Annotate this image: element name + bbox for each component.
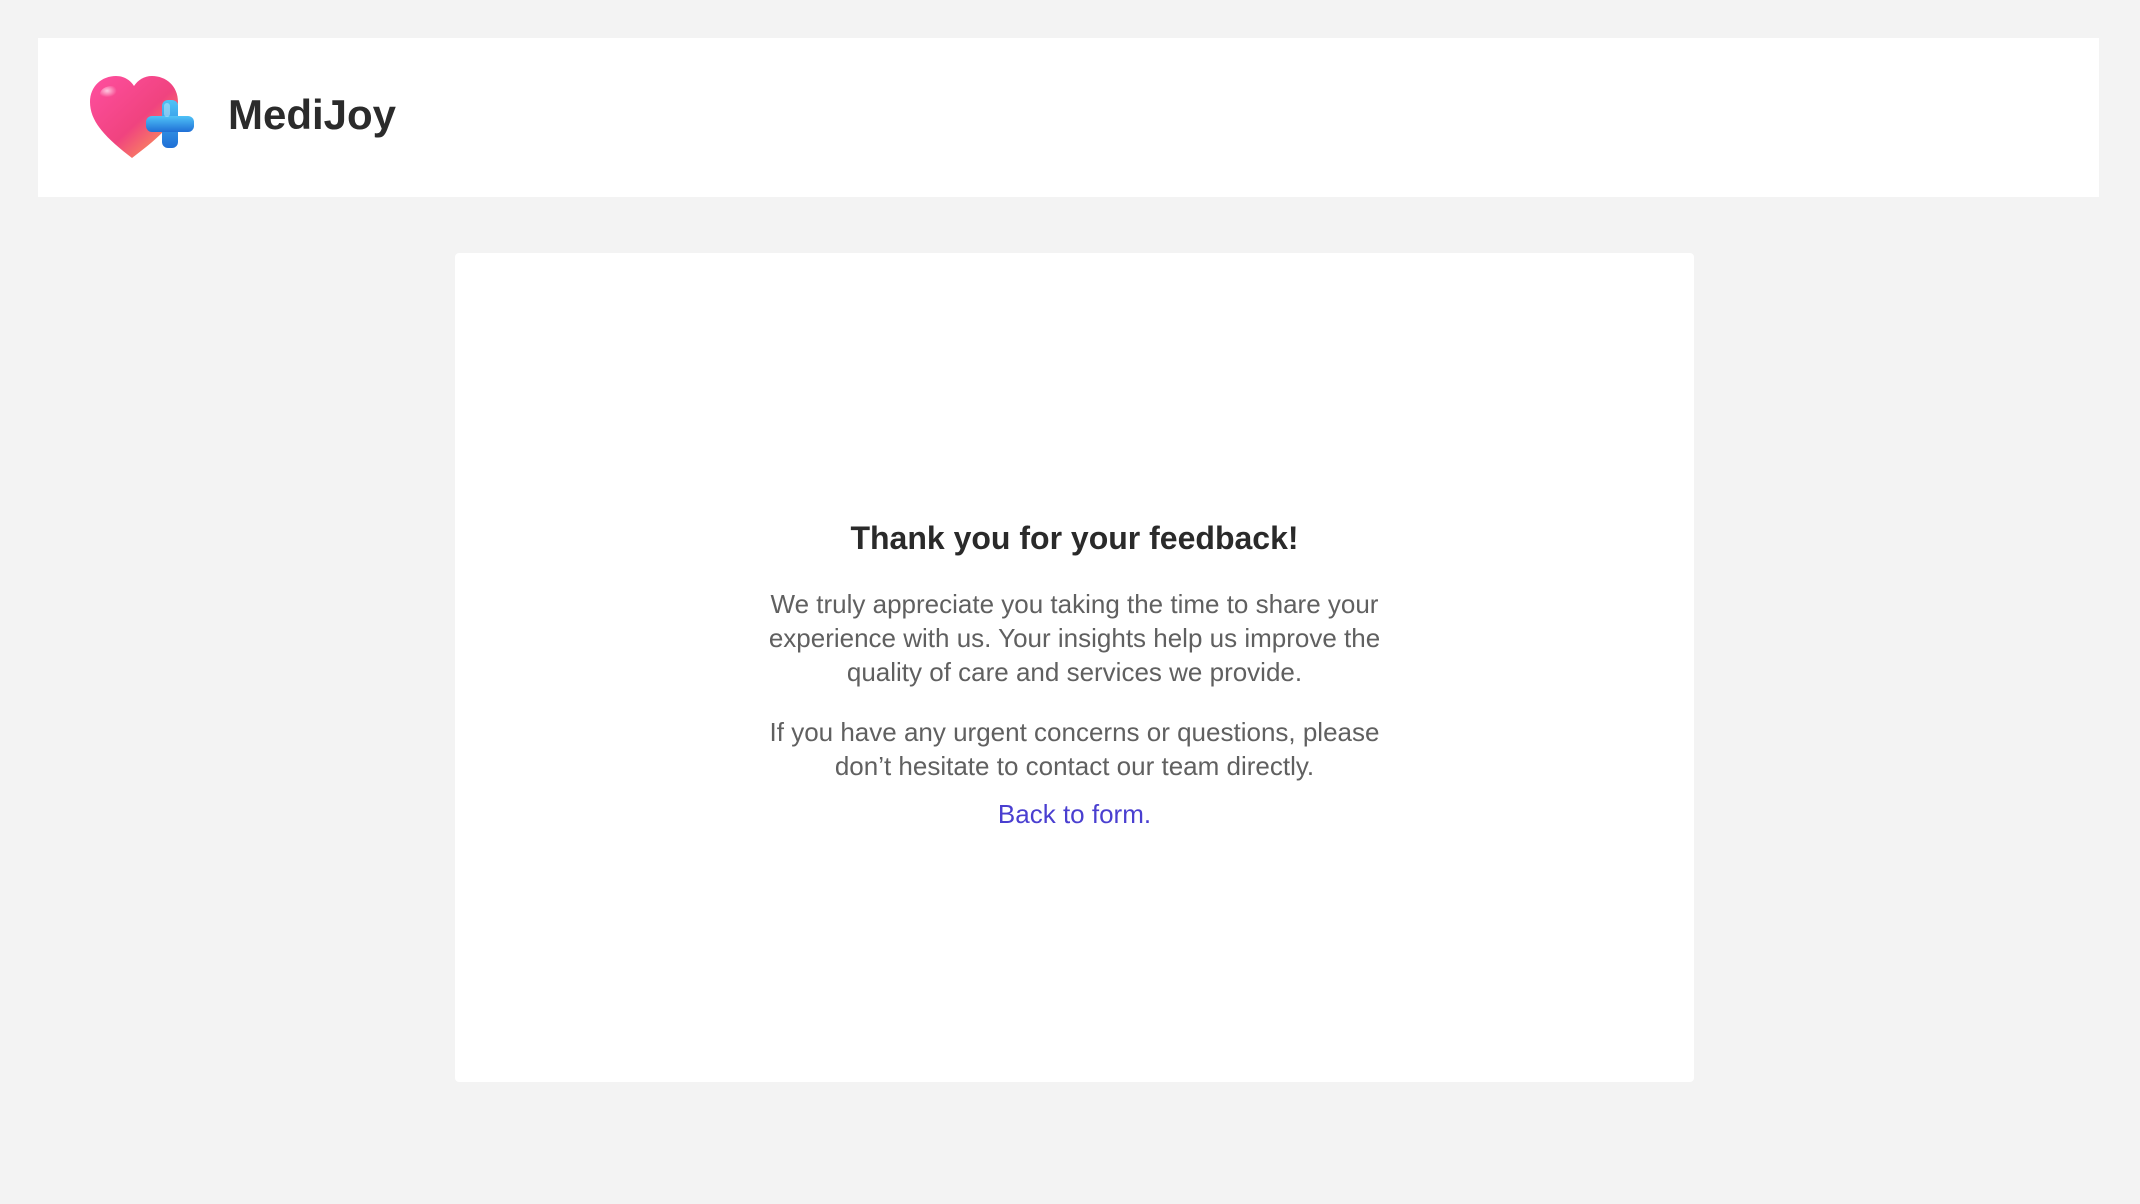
contact-text: If you have any urgent concerns or quest…: [769, 717, 1380, 782]
brand-name: MediJoy: [228, 91, 397, 138]
appreciation-text: We truly appreciate you taking the time …: [768, 589, 1381, 688]
page-title: Thank you for your feedback!: [850, 520, 1299, 556]
app-header: MediJoy: [38, 38, 2099, 197]
confirmation-card: Thank you for your feedback! We truly ap…: [455, 253, 1694, 1082]
heart-plus-icon: [90, 76, 194, 158]
back-to-form-link[interactable]: Back to form.: [998, 797, 1151, 831]
confirmation-content: Thank you for your feedback! We truly ap…: [455, 519, 1694, 831]
